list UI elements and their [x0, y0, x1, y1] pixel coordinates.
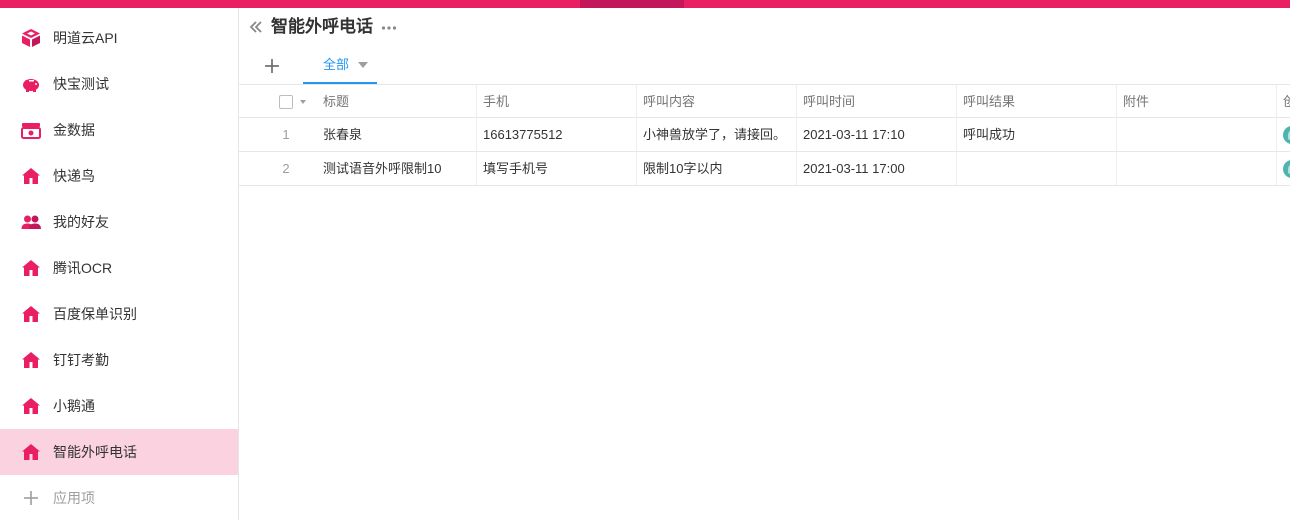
top-bar-accent: [580, 0, 684, 8]
sidebar-item-smart-outbound-call[interactable]: 智能外呼电话: [0, 429, 238, 475]
collapse-sidebar-icon[interactable]: [249, 17, 265, 37]
column-header[interactable]: 创: [1277, 85, 1290, 118]
table-header-row: 标题 手机 呼叫内容 呼叫时间 呼叫结果 附件 创: [239, 84, 1290, 118]
table-row[interactable]: 1 张春泉 16613775512 小神兽放学了，请接回。 2021-03-11…: [239, 118, 1290, 152]
table-cell[interactable]: 限制10字以内: [637, 152, 797, 185]
sidebar-item-label: 腾讯OCR: [53, 260, 113, 276]
table-cell[interactable]: 张春泉: [317, 118, 477, 151]
avatar[interactable]: [1283, 160, 1290, 178]
table-cell[interactable]: [1117, 152, 1277, 185]
money-icon: [21, 120, 41, 140]
sidebar-item-mingdao-api[interactable]: 明道云API: [0, 15, 238, 61]
table-cell[interactable]: 填写手机号: [477, 152, 637, 185]
sidebar-item-dingding-attendance[interactable]: 钉钉考勤: [0, 337, 238, 383]
add-view-icon[interactable]: [265, 54, 279, 83]
home-icon: [21, 258, 41, 278]
page-title: 智能外呼电话: [271, 17, 373, 36]
sidebar-add-app-item[interactable]: 应用项: [0, 475, 238, 520]
row-number-cell: 1: [239, 118, 317, 151]
top-brand-bar: [0, 0, 1290, 8]
table-row[interactable]: 2 测试语音外呼限制10 填写手机号 限制10字以内 2021-03-11 17…: [239, 152, 1290, 186]
table-cell[interactable]: [1117, 118, 1277, 151]
home-icon: [21, 304, 41, 324]
sidebar-item-label: 小鹅通: [53, 398, 95, 414]
sidebar-item-label: 钉钉考勤: [53, 352, 109, 368]
home-icon: [21, 396, 41, 416]
select-all-cell: [239, 85, 317, 118]
sidebar-item-jinshuju[interactable]: 金数据: [0, 107, 238, 153]
sidebar-item-label: 快宝测试: [53, 76, 109, 92]
sidebar: 明道云API 快宝测试 金数据 快递鸟 我的好友 腾讯OCR 百度保单识别 钉钉…: [0, 8, 239, 520]
table-cell[interactable]: 小神兽放学了，请接回。: [637, 118, 797, 151]
row-number: 1: [282, 127, 290, 142]
sidebar-item-label: 我的好友: [53, 214, 109, 230]
sidebar-item-my-friends[interactable]: 我的好友: [0, 199, 238, 245]
tab-all[interactable]: 全部: [303, 48, 377, 85]
piggy-bank-icon: [21, 74, 41, 94]
column-header[interactable]: 呼叫内容: [637, 85, 797, 118]
friends-icon: [21, 212, 41, 232]
home-icon: [21, 350, 41, 370]
sidebar-item-label: 快递鸟: [53, 168, 95, 184]
view-tabs: 全部: [239, 48, 1290, 85]
sidebar-item-kuaidiniao[interactable]: 快递鸟: [0, 153, 238, 199]
table-cell[interactable]: 呼叫成功: [957, 118, 1117, 151]
sidebar-item-label: 百度保单识别: [53, 306, 137, 322]
sidebar-item-tencent-ocr[interactable]: 腾讯OCR: [0, 245, 238, 291]
column-header[interactable]: 呼叫结果: [957, 85, 1117, 118]
row-number-cell: 2: [239, 152, 317, 185]
row-number: 2: [282, 161, 290, 176]
add-app-item-label: 应用项: [53, 490, 95, 506]
table-cell[interactable]: 2021-03-11 17:10: [797, 118, 957, 151]
column-header[interactable]: 手机: [477, 85, 637, 118]
sidebar-item-label: 金数据: [53, 122, 95, 138]
sidebar-item-label: 明道云API: [53, 30, 118, 46]
more-options-icon[interactable]: [381, 16, 397, 45]
main-content: 智能外呼电话 全部 标题 手机 呼叫内容 呼叫时间 呼叫结果 附件 创 1 张春…: [239, 8, 1290, 520]
home-icon: [21, 442, 41, 462]
select-menu-caret-icon[interactable]: [300, 100, 306, 104]
table-cell[interactable]: [957, 152, 1117, 185]
avatar[interactable]: [1283, 126, 1290, 144]
column-header[interactable]: 附件: [1117, 85, 1277, 118]
sidebar-item-label: 智能外呼电话: [53, 444, 137, 460]
select-all-checkbox[interactable]: [279, 95, 293, 109]
table-cell[interactable]: 16613775512: [477, 118, 637, 151]
sidebar-item-xiaoetong[interactable]: 小鹅通: [0, 383, 238, 429]
table-cell[interactable]: 测试语音外呼限制10: [317, 152, 477, 185]
column-header[interactable]: 呼叫时间: [797, 85, 957, 118]
tab-all-label: 全部: [323, 57, 350, 72]
home-icon: [21, 166, 41, 186]
column-header[interactable]: 标题: [317, 85, 477, 118]
plus-icon: [21, 488, 41, 508]
api-box-icon: [21, 28, 41, 48]
worksheet-header: 智能外呼电话: [239, 8, 1290, 48]
sidebar-item-kuaibao-test[interactable]: 快宝测试: [0, 61, 238, 107]
sidebar-item-baidu-policy[interactable]: 百度保单识别: [0, 291, 238, 337]
table-cell[interactable]: 2021-03-11 17:00: [797, 152, 957, 185]
tab-dropdown-caret-icon[interactable]: [358, 62, 368, 68]
